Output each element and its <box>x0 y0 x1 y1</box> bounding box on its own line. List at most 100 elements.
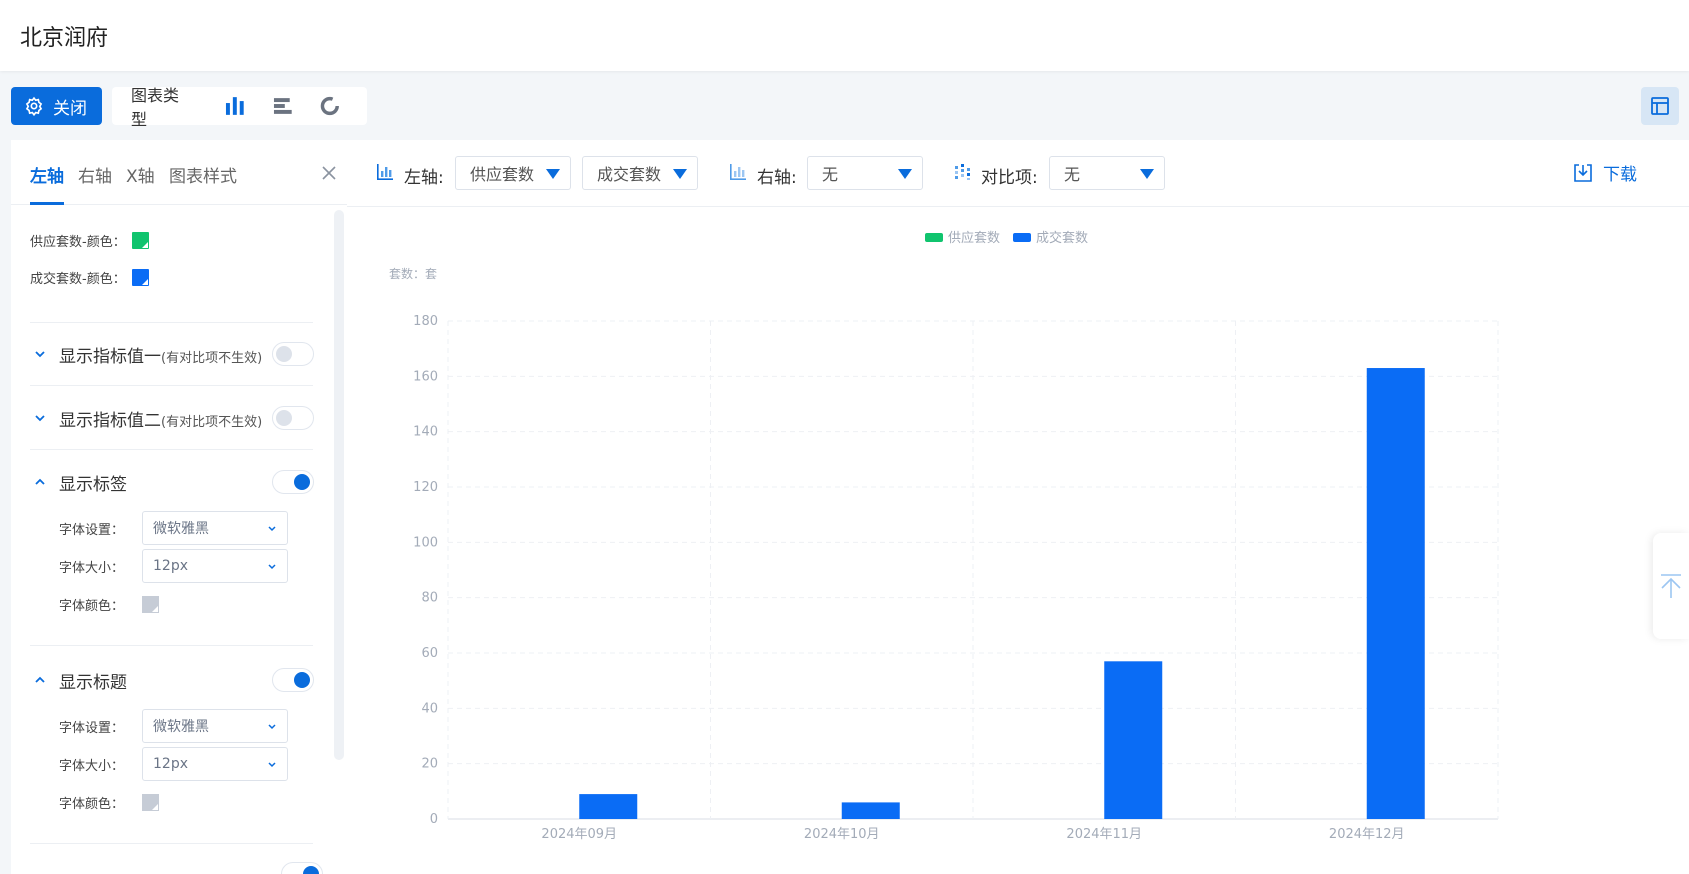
labels-font-label: 字体设置： <box>59 522 125 538</box>
supply-color-row: 供应套数-颜色： <box>30 231 149 250</box>
y-tick-label: 140 <box>413 425 438 440</box>
compare-icon <box>955 164 970 180</box>
supply-color-swatch[interactable] <box>131 232 149 249</box>
chevron-down-icon <box>268 526 276 532</box>
layout-toggle-button[interactable] <box>1641 87 1679 125</box>
page-title: 北京润府 <box>20 26 109 51</box>
labels-size-select[interactable]: 12px <box>142 549 288 583</box>
panel-scrollbar[interactable] <box>334 210 344 760</box>
settings-tabs: 左轴 右轴 X轴 图表样式 <box>11 140 347 205</box>
gear-icon <box>25 96 43 116</box>
tab-right-axis[interactable]: 右轴 <box>78 162 112 187</box>
metric1-section[interactable]: 显示指标值一(有对比项不生效) <box>30 342 326 367</box>
download-icon <box>1574 163 1592 182</box>
titles-title: 显示标题 <box>59 672 127 693</box>
chevron-down-icon <box>268 564 276 570</box>
y-tick-label: 120 <box>413 480 438 495</box>
labels-color-row: 字体颜色： <box>59 595 159 614</box>
y-tick-label: 60 <box>421 646 438 661</box>
tab-left-axis[interactable]: 左轴 <box>30 162 64 187</box>
settings-panel: 左轴 右轴 X轴 图表样式 供应套数-颜色： 成交套数-颜色： 显示指标值一(有… <box>11 140 347 874</box>
deal-color-row: 成交套数-颜色： <box>30 268 149 287</box>
compare-label: 对比项: <box>981 168 1038 188</box>
download-button[interactable]: 下载 <box>1573 160 1637 185</box>
next-section-toggle[interactable] <box>281 862 323 874</box>
chevron-down-icon <box>35 415 45 422</box>
chevron-down-icon <box>268 724 276 730</box>
labels-section[interactable]: 显示标签 <box>30 470 326 495</box>
horizontal-bar-icon[interactable] <box>272 95 294 117</box>
chevron-down-icon <box>35 351 45 358</box>
legend-label: 供应套数 <box>948 230 1000 246</box>
labels-color-swatch[interactable] <box>142 596 159 613</box>
chevron-up-icon <box>35 676 45 683</box>
x-tick-label: 2024年12月 <box>1329 827 1405 842</box>
titles-color-row: 字体颜色： <box>59 793 159 812</box>
titles-size-row: 字体大小： 12px <box>59 747 288 781</box>
x-tick-label: 2024年10月 <box>804 827 880 842</box>
x-tick-label: 2024年09月 <box>541 827 617 842</box>
chart-area: 左轴: 供应套数 成交套数 右轴: 无 对比项: 无 下载 0 20 40 60… <box>347 140 1689 874</box>
divider <box>30 385 313 386</box>
y-tick-label: 40 <box>421 701 438 716</box>
bar-chart: 0 20 40 60 80 100 120 140 160 180 套数：套 2024年09月 2024… <box>389 230 1499 842</box>
metric2-section[interactable]: 显示指标值二(有对比项不生效) <box>30 406 326 431</box>
metric1-title: 显示指标值一(有对比项不生效) <box>59 346 263 367</box>
close-button-label: 关闭 <box>53 98 87 119</box>
left-axis-icon <box>377 164 393 180</box>
x-tick-label: 2024年11月 <box>1066 827 1142 842</box>
titles-color-swatch[interactable] <box>142 794 159 811</box>
y-tick-label: 180 <box>413 314 438 329</box>
bar <box>1104 661 1163 819</box>
close-icon[interactable] <box>320 164 338 182</box>
chevron-up-icon <box>35 478 45 485</box>
divider <box>30 449 313 450</box>
table-layout-icon <box>1651 97 1669 115</box>
y-axis-label: 套数：套 <box>389 266 437 281</box>
chart-type-label: 图表类型 <box>131 86 180 129</box>
divider <box>30 843 313 844</box>
toolbar: 关闭 图表类型 <box>0 71 1689 140</box>
bar-chart-icon[interactable] <box>224 95 246 117</box>
y-tick-label: 160 <box>413 369 438 384</box>
y-tick-label: 0 <box>430 812 438 827</box>
titles-color-label: 字体颜色： <box>59 797 125 812</box>
labels-title: 显示标签 <box>59 474 127 495</box>
donut-chart-icon[interactable] <box>319 95 341 117</box>
metric1-toggle[interactable] <box>272 342 314 366</box>
supply-color-label: 供应套数-颜色： <box>30 235 126 250</box>
axis-config-bar: 左轴: 供应套数 成交套数 右轴: 无 对比项: 无 下载 <box>347 140 1689 207</box>
titles-font-select[interactable]: 微软雅黑 <box>142 709 288 743</box>
left-axis-series1-select[interactable]: 供应套数 <box>455 156 571 190</box>
titles-font-row: 字体设置： 微软雅黑 <box>59 709 288 743</box>
bar <box>579 794 638 819</box>
close-settings-button[interactable]: 关闭 <box>11 87 102 125</box>
labels-size-row: 字体大小： 12px <box>59 549 288 583</box>
tab-chart-style[interactable]: 图表样式 <box>169 162 237 187</box>
back-to-top-button[interactable] <box>1653 533 1689 639</box>
bar <box>1366 368 1425 819</box>
labels-toggle[interactable] <box>272 470 314 494</box>
deal-color-swatch[interactable] <box>131 269 149 286</box>
arrow-up-icon <box>1661 574 1681 598</box>
titles-size-select[interactable]: 12px <box>142 747 288 781</box>
metric2-toggle[interactable] <box>272 406 314 430</box>
app-header: 北京润府 <box>0 0 1689 71</box>
compare-select[interactable]: 无 <box>1049 156 1165 190</box>
left-axis-label: 左轴: <box>404 168 444 188</box>
y-tick-label: 100 <box>413 535 438 550</box>
titles-section[interactable]: 显示标题 <box>30 668 326 693</box>
right-axis-select[interactable]: 无 <box>807 156 923 190</box>
tab-x-axis[interactable]: X轴 <box>126 162 155 187</box>
titles-toggle[interactable] <box>272 668 314 692</box>
legend-swatch <box>1013 233 1031 242</box>
chevron-down-icon <box>268 762 276 768</box>
left-axis-series2-select[interactable]: 成交套数 <box>582 156 698 190</box>
labels-color-label: 字体颜色： <box>59 599 125 614</box>
y-tick-label: 20 <box>421 757 438 772</box>
y-tick-label: 80 <box>421 591 438 606</box>
divider <box>30 322 313 323</box>
divider <box>30 645 313 646</box>
titles-size-label: 字体大小： <box>59 758 125 774</box>
labels-font-select[interactable]: 微软雅黑 <box>142 511 288 545</box>
